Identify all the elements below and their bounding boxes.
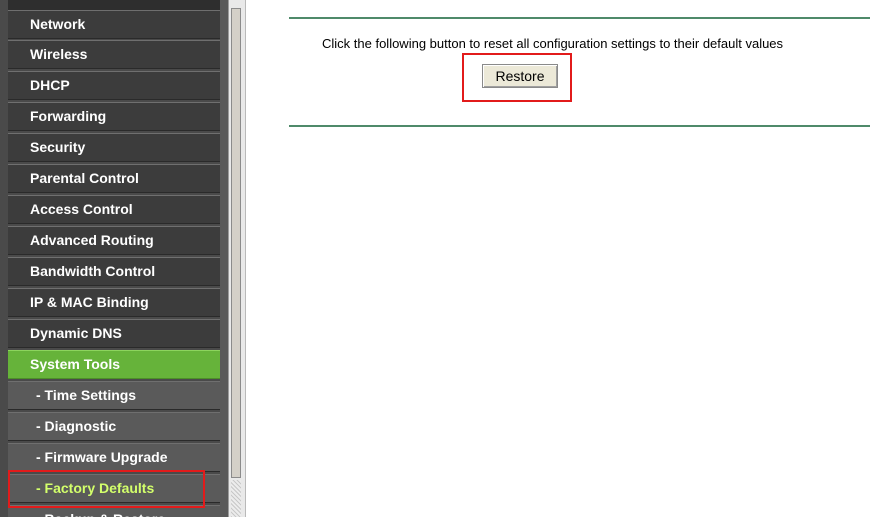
sidebar-item-forwarding[interactable]: Forwarding [8,102,220,131]
sidebar-top-bar [8,0,220,10]
reset-description: Click the following button to reset all … [322,36,784,51]
sidebar-subitem-factory-defaults[interactable]: - Factory Defaults [8,474,220,503]
sidebar-nav: Network Wireless DHCP Forwarding Securit… [0,0,228,517]
sidebar-edge [220,0,228,517]
bottom-divider [289,125,870,127]
sidebar-subitem-time-settings[interactable]: - Time Settings [8,381,220,410]
sidebar-item-wireless[interactable]: Wireless [8,40,220,69]
sidebar-item-network[interactable]: Network [8,10,220,39]
sidebar-item-access-control[interactable]: Access Control [8,195,220,224]
restore-button[interactable]: Restore [482,64,558,88]
sidebar-item-dynamic-dns[interactable]: Dynamic DNS [8,319,220,348]
sidebar-item-security[interactable]: Security [8,133,220,162]
sidebar-item-bandwidth-control[interactable]: Bandwidth Control [8,257,220,286]
sidebar-item-system-tools[interactable]: System Tools [8,350,220,379]
sidebar-item-ip-mac-binding[interactable]: IP & MAC Binding [8,288,220,317]
sidebar-subitem-diagnostic[interactable]: - Diagnostic [8,412,220,441]
sidebar-subitem-firmware-upgrade[interactable]: - Firmware Upgrade [8,443,220,472]
sidebar-item-dhcp[interactable]: DHCP [8,71,220,100]
sidebar-item-advanced-routing[interactable]: Advanced Routing [8,226,220,255]
top-divider [289,17,870,19]
sidebar-subitem-backup-restore[interactable]: - Backup & Restore [8,505,220,517]
scrollbar-track[interactable] [231,480,241,517]
sidebar-item-parental-control[interactable]: Parental Control [8,164,220,193]
scrollbar-thumb[interactable] [231,8,241,478]
